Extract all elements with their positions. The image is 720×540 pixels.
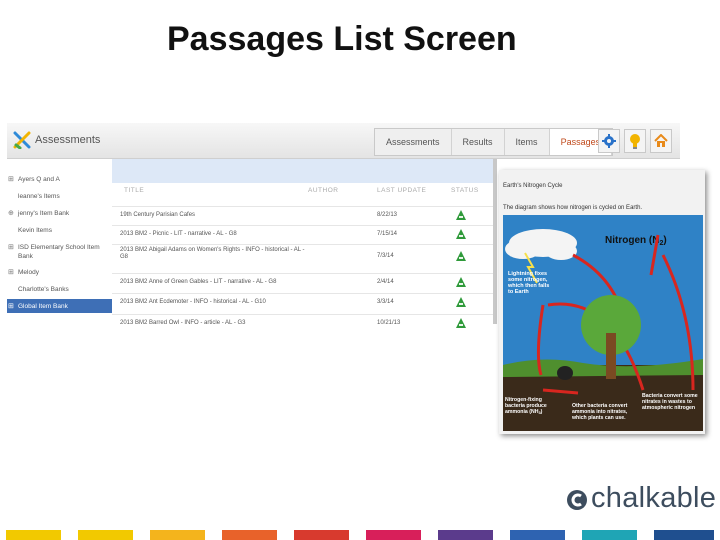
color-segment — [510, 530, 565, 540]
sidebar-item-label: jenny's Item Bank — [18, 210, 70, 217]
approved-icon — [456, 297, 466, 307]
nitrogen-paren: ) — [663, 235, 666, 246]
color-segment — [150, 530, 205, 540]
passages-table: TITLE AUTHOR LAST UPDATE STATUS 19th Cen… — [112, 159, 495, 338]
approved-icon — [456, 229, 466, 239]
sidebar-item-label: ISD Elementary School Item Bank — [18, 244, 100, 260]
column-header-status[interactable]: STATUS — [451, 187, 479, 194]
passage-title[interactable]: 2013 BM2 Abigail Adams on Women's Rights… — [120, 247, 310, 261]
approved-icon — [456, 277, 466, 287]
column-header-author[interactable]: AUTHOR — [308, 187, 338, 194]
svg-text:Nitrogen-fixing bacteria: Nitrogen-fixing bacteria produce ammonia… — [505, 397, 548, 415]
sidebar-item[interactable]: ⊞ ISD Elementary School Item Bank — [7, 243, 112, 262]
column-header-last-update[interactable]: LAST UPDATE — [377, 187, 426, 194]
expand-icon[interactable]: ⊕ — [8, 209, 14, 218]
sidebar-item-label: Global Item Bank — [18, 303, 68, 310]
nitrogen-label: Nitrogen (N — [605, 235, 659, 246]
passage-preview-popup: Earth's Nitrogen Cycle The diagram shows… — [499, 170, 705, 434]
color-segment — [78, 530, 133, 540]
passage-description: The diagram shows how nitrogen is cycled… — [503, 205, 643, 211]
tab-assessments[interactable]: Assessments — [375, 129, 452, 155]
sidebar-item[interactable]: ⊞ Melody — [7, 268, 112, 278]
approved-icon — [456, 210, 466, 220]
gear-icon — [602, 134, 616, 148]
color-segment — [222, 530, 277, 540]
other-bacteria-caption-line: which plants can use. — [571, 415, 626, 421]
svg-text:Other bacteria convert a: Other bacteria convert ammonia into nitr… — [571, 403, 629, 421]
sidebar-item-label: leanne's Items — [18, 193, 60, 200]
logo-text: chalkable — [591, 482, 717, 514]
expand-icon[interactable]: ⊞ — [8, 302, 14, 311]
tab-items[interactable]: Items — [505, 129, 550, 155]
home-button[interactable] — [650, 129, 672, 153]
sidebar-item-global-item-bank[interactable]: ⊞ Global Item Bank — [7, 299, 112, 313]
sidebar-item-label: Ayers Q and A — [18, 176, 60, 183]
passage-title[interactable]: 2013 BM2 - Picnic - LIT - narrative - AL… — [120, 231, 310, 238]
lightning-caption-line: to Earth — [508, 289, 529, 295]
last-update: 3/3/14 — [377, 299, 394, 305]
main-tabs: Assessments Results Items Passages — [374, 128, 614, 156]
table-toolbar — [112, 159, 495, 183]
tab-results[interactable]: Results — [452, 129, 505, 155]
sidebar-item[interactable]: ⊞ Ayers Q and A — [7, 175, 112, 185]
home-icon — [654, 134, 668, 147]
color-segment — [6, 530, 61, 540]
table-row[interactable]: 2013 BM2 Anne of Green Gables - LIT - na… — [112, 273, 495, 292]
color-segment — [366, 530, 421, 540]
help-button[interactable] — [624, 129, 646, 153]
color-strip — [0, 530, 720, 540]
table-scrollbar[interactable] — [493, 159, 497, 324]
chalkable-logo-icon — [567, 490, 587, 510]
sidebar-item[interactable]: leanne's Items — [7, 192, 112, 202]
expand-icon[interactable]: ⊞ — [8, 268, 14, 277]
settings-button[interactable] — [598, 129, 620, 153]
fixing-caption-line: ammonia (NH — [505, 409, 539, 415]
last-update: 2/4/14 — [377, 279, 394, 285]
table-row[interactable]: 19th Century Parisian Cafes 8/22/13 — [112, 206, 495, 225]
fixing-paren: ) — [541, 409, 543, 415]
color-segment — [294, 530, 349, 540]
app-header: Assessments Assessments Results Items Pa… — [7, 123, 680, 159]
table-header: TITLE AUTHOR LAST UPDATE STATUS — [112, 187, 495, 199]
sidebar-item[interactable]: Charlotte's Banks — [7, 285, 112, 295]
passage-title[interactable]: 19th Century Parisian Cafes — [120, 212, 310, 219]
passage-title[interactable]: 2013 BM2 Ant Ecdemoter - INFO - historic… — [120, 299, 310, 306]
column-header-title[interactable]: TITLE — [124, 187, 144, 194]
animal-graphic — [557, 366, 573, 380]
table-row[interactable]: 2013 BM2 Barred Owl - INFO - article - A… — [112, 314, 495, 333]
color-segment — [438, 530, 493, 540]
table-row[interactable]: 2013 BM2 Abigail Adams on Women's Rights… — [112, 244, 495, 271]
last-update: 8/22/13 — [377, 212, 398, 218]
sidebar-item-label: Melody — [18, 269, 39, 276]
passage-title[interactable]: 2013 BM2 Anne of Green Gables - LIT - na… — [120, 279, 310, 286]
nitrogen-cycle-diagram: Nitrogen (N2) Lightning fixes some nitro… — [503, 215, 703, 431]
assessments-logo-icon — [13, 131, 31, 149]
passage-title[interactable]: 2013 BM2 Barred Owl - INFO - article - A… — [120, 320, 310, 327]
last-update: 7/3/14 — [377, 253, 394, 259]
sidebar-item-label: Charlotte's Banks — [18, 286, 69, 293]
color-segment — [654, 530, 714, 540]
expand-icon[interactable]: ⊞ — [8, 175, 14, 184]
approved-icon — [456, 251, 466, 261]
svg-text:Bacteria convert some ni: Bacteria convert some nitrates in wastes… — [642, 393, 699, 411]
slide-title: Passages List Screen — [167, 20, 517, 58]
bacteria-right-caption-line: atmospheric nitrogen — [642, 405, 695, 411]
app-name: Assessments — [35, 134, 101, 146]
approved-icon — [456, 318, 466, 328]
lightbulb-icon — [630, 134, 640, 149]
passage-title: Earth's Nitrogen Cycle — [503, 183, 563, 189]
sidebar-item-label: Kevin Items — [18, 227, 52, 234]
last-update: 7/15/14 — [377, 231, 398, 237]
sidebar: ⊞ Ayers Q and A leanne's Items ⊕ jenny's… — [7, 159, 112, 338]
expand-icon[interactable]: ⊞ — [8, 243, 14, 252]
color-segment — [582, 530, 637, 540]
sidebar-item[interactable]: ⊕ jenny's Item Bank — [7, 209, 112, 219]
table-row[interactable]: 2013 BM2 - Picnic - LIT - narrative - AL… — [112, 225, 495, 244]
last-update: 10/21/13 — [377, 320, 401, 326]
table-row[interactable]: 2013 BM2 Ant Ecdemoter - INFO - historic… — [112, 293, 495, 312]
sidebar-item[interactable]: Kevin Items — [7, 226, 112, 236]
